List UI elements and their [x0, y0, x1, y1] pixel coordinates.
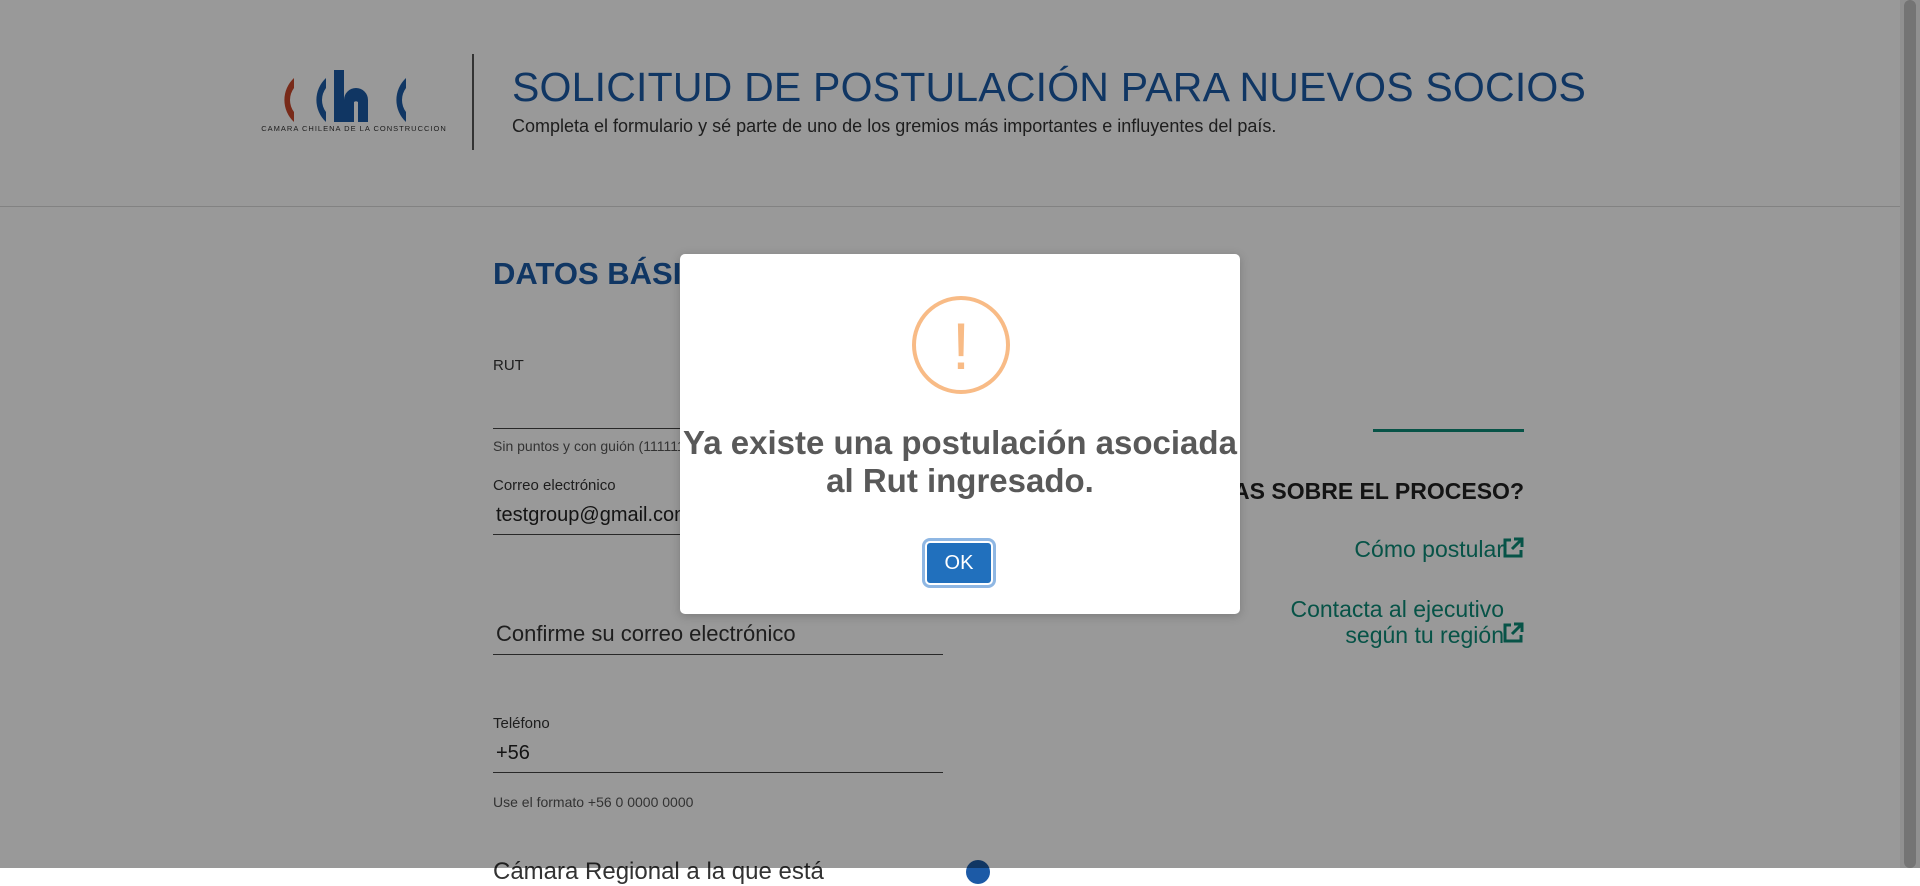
warning-glyph: ! [951, 309, 971, 383]
warning-icon: ! [912, 296, 1010, 394]
alert-title: Ya existe una postulación asociada al Ru… [683, 424, 1237, 499]
alert-dialog: ! Ya existe una postulación asociada al … [680, 254, 1240, 614]
ok-button[interactable]: OK [925, 541, 993, 585]
